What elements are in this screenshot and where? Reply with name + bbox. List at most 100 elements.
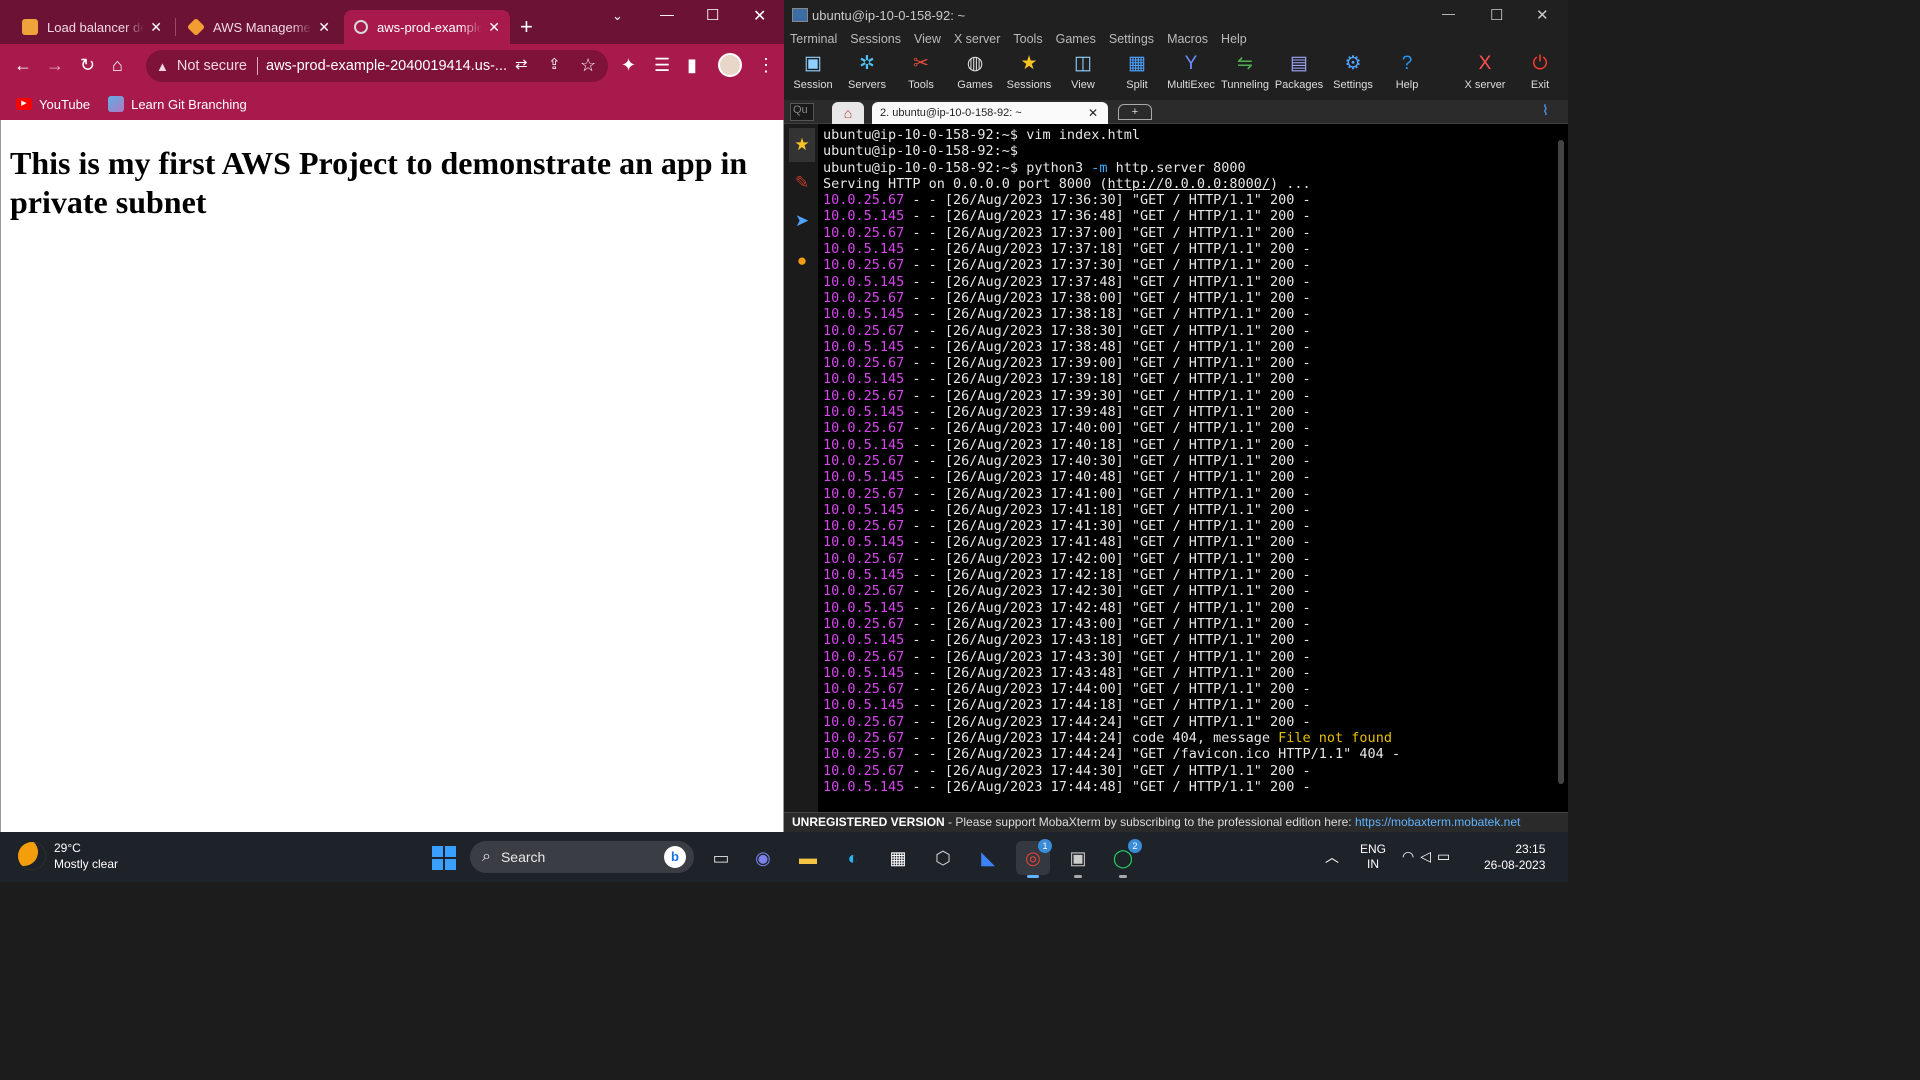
new-session-tab-button[interactable]: + (1118, 104, 1152, 120)
help-icon: ? (1401, 53, 1413, 74)
whatsapp-icon[interactable]: ◯ 2 (1106, 839, 1142, 878)
terminal-output[interactable]: ubuntu@ip-10-0-158-92:~$ vim index.html u… (818, 124, 1568, 812)
close-tab-icon[interactable]: ✕ (318, 19, 330, 36)
store-icon[interactable]: ▦ (881, 841, 915, 875)
reading-list-icon[interactable]: ☰ (654, 55, 670, 75)
toolbar-button-tunneling[interactable]: ⇋ Tunneling (1217, 50, 1273, 91)
vscode-icon[interactable]: ◣ (971, 841, 1005, 875)
bookmark-youtube[interactable]: ▶ YouTube (16, 97, 90, 112)
side-panel-icon[interactable]: ▮ (687, 55, 697, 75)
menu-item-games[interactable]: Games (1056, 32, 1096, 50)
toolbar-button-view[interactable]: ◫ View (1055, 50, 1111, 91)
mobaxterm-link[interactable]: https://mobaxterm.mobatek.net (1355, 815, 1520, 829)
quick-connect-input[interactable]: Qu (790, 103, 814, 121)
close-tab-icon[interactable]: ✕ (488, 19, 500, 36)
menu-item-sessions[interactable]: Sessions (850, 32, 901, 50)
minimize-button[interactable]: — (660, 6, 674, 22)
git-icon (108, 96, 125, 112)
warning-triangle-icon[interactable]: ▲ (156, 59, 169, 74)
macros-icon[interactable]: ● (789, 244, 815, 278)
weather-temperature: 29°C (54, 841, 81, 855)
show-hidden-icons-chevron-icon[interactable]: ︿ (1325, 847, 1339, 867)
menu-item-tools[interactable]: Tools (1013, 32, 1042, 50)
clock[interactable]: 23:15 26-08-2023 (1484, 841, 1545, 873)
terminal-command-line: ubuntu@ip-10-0-158-92:~$ vim index.html (823, 127, 1400, 143)
security-label[interactable]: Not secure (177, 58, 247, 74)
toolbar-button-settings[interactable]: ⚙ Settings (1325, 50, 1381, 91)
sftp-send-icon[interactable]: ➤ (789, 204, 815, 238)
url-text[interactable]: aws-prod-example-2040019414.us-... (266, 58, 507, 74)
close-window-button[interactable]: ✕ (753, 6, 766, 26)
menu-item-macros[interactable]: Macros (1167, 32, 1208, 50)
toolbar-button-session[interactable]: ▣ Session (785, 50, 841, 91)
wifi-icon[interactable]: ◠ (1402, 848, 1420, 864)
taskbar-search-box[interactable]: ⌕ Search b (470, 841, 694, 873)
menu-item-settings[interactable]: Settings (1109, 32, 1154, 50)
menu-item-help[interactable]: Help (1221, 32, 1247, 50)
reload-icon[interactable]: ↻ (80, 55, 95, 75)
minimize-button[interactable]: — (1442, 6, 1455, 21)
toolbar-button-split[interactable]: ▦ Split (1109, 50, 1165, 91)
translate-icon[interactable]: ⇄ (515, 55, 528, 75)
toolbar-button-tools[interactable]: ✂ Tools (893, 50, 949, 91)
terminal-scrollbar[interactable] (1558, 140, 1564, 784)
toolbar-button-games[interactable]: ◍ Games (947, 50, 1003, 91)
back-arrow-icon[interactable]: ← (14, 55, 32, 75)
bing-icon[interactable]: b (664, 846, 686, 868)
task-view-icon[interactable]: ▭ (704, 841, 738, 875)
toolbar-button-multiexec[interactable]: Y MultiExec (1163, 50, 1219, 91)
toolbar-button-packages[interactable]: ▤ Packages (1271, 50, 1327, 91)
teams-icon[interactable]: ◉ (746, 841, 780, 875)
close-tab-icon[interactable]: ✕ (150, 19, 162, 36)
windows-taskbar: 29°C Mostly clear ⌕ Search b ▭ ◉ ▬ ◐ ▦ ⬡ ◣ ◎ 1 ▣ ◯… (0, 832, 1568, 882)
toolbar-button-sessions[interactable]: ★ Sessions (1001, 50, 1057, 91)
profile-avatar[interactable] (718, 53, 742, 77)
language-indicator[interactable]: ENG IN (1360, 842, 1386, 872)
edge-icon[interactable]: ◐ (836, 841, 870, 875)
menu-item-terminal[interactable]: Terminal (790, 32, 837, 50)
log-line: 10.0.5.145 - - [26/Aug/2023 17:43:18] "G… (823, 632, 1400, 648)
toolbar-button-servers[interactable]: ✲ Servers (839, 50, 895, 91)
new-tab-button[interactable]: + (520, 14, 533, 40)
address-bar[interactable]: ▲ Not secure aws-prod-example-2040019414… (146, 50, 608, 82)
home-tab[interactable]: ⌂ (832, 102, 864, 124)
client-ip: 10.0.25.67 (823, 485, 905, 502)
tab-search-chevron-icon[interactable]: ⌄ (612, 8, 623, 24)
toolbar-button-label: MultiExec (1167, 79, 1215, 91)
tools-icon[interactable]: ✎ (789, 166, 815, 200)
attach-paperclip-icon[interactable]: ⌇ (1542, 102, 1549, 119)
toolbar-button-exit[interactable]: ⏻ Exit (1512, 50, 1568, 91)
bookmark-learn-git-branching[interactable]: Learn Git Branching (108, 96, 247, 112)
tab-aws-prod-example[interactable]: aws-prod-example ✕ (344, 10, 510, 44)
tab-aws-management[interactable]: AWS Management ✕ (178, 10, 340, 44)
extensions-puzzle-icon[interactable]: ✦ (621, 55, 636, 75)
windows-start-icon[interactable] (432, 846, 456, 870)
maximize-button[interactable]: ☐ (706, 6, 719, 24)
mobaxterm-icon[interactable]: ▣ (1061, 841, 1095, 878)
packages-icon: ▤ (1290, 53, 1308, 74)
client-ip: 10.0.25.67 (823, 224, 905, 241)
sessions-star-icon[interactable]: ★ (789, 128, 815, 162)
system-tray[interactable]: ◠◁▭ (1402, 848, 1456, 865)
session-tab[interactable]: 2. ubuntu@ip-10-0-158-92: ~ ✕ (872, 102, 1108, 124)
file-explorer-icon[interactable]: ▬ (791, 841, 825, 875)
toolbar-button-help[interactable]: ? Help (1379, 50, 1435, 91)
menu-item-view[interactable]: View (914, 32, 941, 50)
log-line: 10.0.5.145 - - [26/Aug/2023 17:43:48] "G… (823, 665, 1400, 681)
chrome-menu-icon[interactable]: ⋮ (757, 55, 775, 75)
battery-icon[interactable]: ▭ (1437, 848, 1456, 864)
toolbar-button-x-server[interactable]: X X server (1457, 50, 1513, 91)
chrome-icon[interactable]: ◎ 1 (1016, 839, 1052, 878)
unity-icon[interactable]: ⬡ (926, 841, 960, 875)
share-icon[interactable]: ⇪ (548, 55, 561, 75)
weather-widget[interactable]: 29°C Mostly clear (18, 840, 118, 872)
close-window-button[interactable]: ✕ (1536, 6, 1549, 24)
forward-arrow-icon[interactable]: → (46, 55, 64, 75)
bookmark-star-icon[interactable]: ☆ (580, 55, 596, 75)
volume-icon[interactable]: ◁ (1420, 848, 1437, 864)
menu-item-x-server[interactable]: X server (954, 32, 1001, 50)
maximize-button[interactable]: ☐ (1490, 6, 1503, 24)
home-icon[interactable]: ⌂ (112, 55, 123, 75)
close-tab-icon[interactable]: ✕ (1088, 102, 1098, 124)
tab-load-balancer[interactable]: Load balancer deta ✕ (12, 10, 172, 44)
